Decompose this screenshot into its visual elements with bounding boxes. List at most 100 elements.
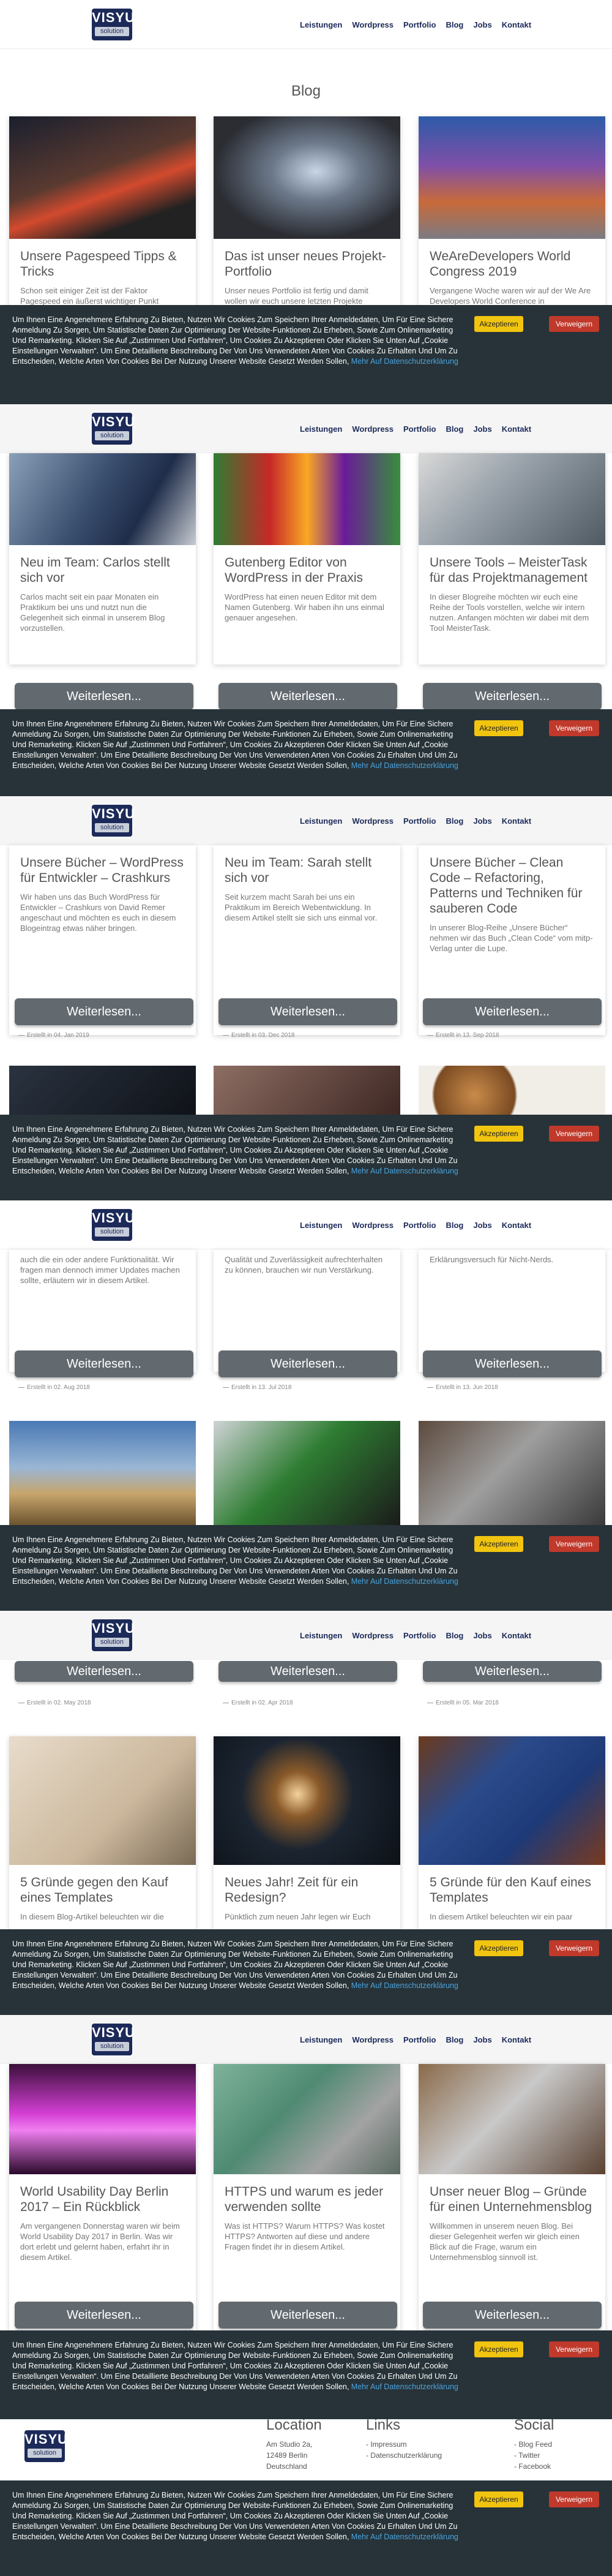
blog-card-title[interactable]: World Usability Day Berlin 2017 – Ein Rü… xyxy=(20,2184,185,2215)
read-more-button[interactable]: Weiterlesen... xyxy=(218,998,397,1025)
blog-card-title[interactable]: 5 Gründe für den Kauf eines Templates xyxy=(430,1875,594,1905)
nav-wordpress[interactable]: Wordpress xyxy=(352,816,394,826)
nav-wordpress[interactable]: Wordpress xyxy=(352,20,394,29)
read-more-button[interactable]: Weiterlesen... xyxy=(218,1350,397,1377)
privacy-link[interactable]: Mehr Auf Datenschutzerklärung xyxy=(351,1981,458,1990)
read-more-button[interactable]: Weiterlesen... xyxy=(423,1350,602,1377)
nav-wordpress[interactable]: Wordpress xyxy=(352,424,394,434)
blog-card[interactable]: Unser neuer Blog – Gründe für einen Unte… xyxy=(419,2064,605,2333)
accept-cookies-button[interactable]: Akzeptieren xyxy=(474,1126,523,1142)
footer-link-blog-feed[interactable]: - Blog Feed xyxy=(514,2439,552,2450)
read-more-button[interactable]: Weiterlesen... xyxy=(15,2302,193,2329)
read-more-button[interactable]: Weiterlesen... xyxy=(15,998,193,1025)
read-more-button[interactable]: Weiterlesen... xyxy=(15,683,193,710)
blog-card[interactable]: Unsere Pagespeed Tipps & Tricks Schon sei… xyxy=(9,116,196,318)
accept-cookies-button[interactable]: Akzeptieren xyxy=(474,1536,523,1552)
reject-cookies-button[interactable]: Verweigern xyxy=(549,316,599,332)
blog-card-title[interactable]: Das ist unser neues Projekt-Portfolio xyxy=(225,249,389,279)
nav-jobs[interactable]: Jobs xyxy=(473,2035,491,2044)
read-more-button[interactable]: Weiterlesen... xyxy=(15,1350,193,1377)
nav-portfolio[interactable]: Portfolio xyxy=(403,20,436,29)
reject-cookies-button[interactable]: Verweigern xyxy=(549,2341,599,2357)
blog-card[interactable]: Neu im Team: Carlos stellt sich vor Carlo… xyxy=(9,453,196,665)
nav-blog[interactable]: Blog xyxy=(446,20,463,29)
nav-leistungen[interactable]: Leistungen xyxy=(300,816,342,826)
blog-card[interactable]: 5 Gründe gegen den Kauf eines Templates I… xyxy=(9,1736,196,1932)
read-more-button[interactable]: Weiterlesen... xyxy=(15,1661,193,1682)
site-logo[interactable]: VISYU solution xyxy=(92,1209,135,1241)
nav-kontakt[interactable]: Kontakt xyxy=(502,424,531,434)
blog-card[interactable]: Neues Jahr! Zeit für ein Redesign? Pünktl… xyxy=(214,1736,400,1932)
blog-card[interactable]: World Usability Day Berlin 2017 – Ein Rü… xyxy=(9,2064,196,2333)
nav-portfolio[interactable]: Portfolio xyxy=(403,1631,436,1640)
blog-card-title[interactable]: Unsere Pagespeed Tipps & Tricks xyxy=(20,249,185,279)
footer-link-impressum[interactable]: - Impressum xyxy=(366,2439,442,2450)
footer-link-facebook[interactable]: - Facebook xyxy=(514,2461,552,2472)
nav-wordpress[interactable]: Wordpress xyxy=(352,2035,394,2044)
site-logo[interactable]: VISYU solution xyxy=(92,1619,135,1651)
nav-kontakt[interactable]: Kontakt xyxy=(502,816,531,826)
nav-blog[interactable]: Blog xyxy=(446,424,463,434)
nav-wordpress[interactable]: Wordpress xyxy=(352,1631,394,1640)
nav-kontakt[interactable]: Kontakt xyxy=(502,2035,531,2044)
nav-blog[interactable]: Blog xyxy=(446,816,463,826)
privacy-link[interactable]: Mehr Auf Datenschutzerklärung xyxy=(351,1167,458,1175)
blog-card[interactable]: Das ist unser neues Projekt-Portfolio Uns… xyxy=(214,116,400,318)
nav-blog[interactable]: Blog xyxy=(446,1221,463,1230)
nav-leistungen[interactable]: Leistungen xyxy=(300,424,342,434)
blog-card[interactable]: Gutenberg Editor von WordPress in der Pr… xyxy=(214,453,400,665)
nav-jobs[interactable]: Jobs xyxy=(473,1631,491,1640)
read-more-button[interactable]: Weiterlesen... xyxy=(218,2302,397,2329)
nav-portfolio[interactable]: Portfolio xyxy=(403,816,436,826)
blog-card[interactable]: WeAreDevelopers World Congress 2019 Verga… xyxy=(419,116,605,318)
read-more-button[interactable]: Weiterlesen... xyxy=(423,683,602,710)
site-logo[interactable]: VISYU solution xyxy=(92,413,135,445)
read-more-button[interactable]: Weiterlesen... xyxy=(423,998,602,1025)
reject-cookies-button[interactable]: Verweigern xyxy=(549,1126,599,1142)
footer-link-privacy[interactable]: - Datenschutzerklärung xyxy=(366,2450,442,2461)
privacy-link[interactable]: Mehr Auf Datenschutzerklärung xyxy=(351,2382,458,2391)
reject-cookies-button[interactable]: Verweigern xyxy=(549,1536,599,1552)
nav-leistungen[interactable]: Leistungen xyxy=(300,1631,342,1640)
nav-wordpress[interactable]: Wordpress xyxy=(352,1221,394,1230)
accept-cookies-button[interactable]: Akzeptieren xyxy=(474,2491,523,2507)
blog-card-title[interactable]: WeAreDevelopers World Congress 2019 xyxy=(430,249,594,279)
blog-card-title[interactable]: Gutenberg Editor von WordPress in der Pr… xyxy=(225,555,389,586)
nav-kontakt[interactable]: Kontakt xyxy=(502,1221,531,1230)
privacy-link[interactable]: Mehr Auf Datenschutzerklärung xyxy=(351,2533,458,2541)
privacy-link[interactable]: Mehr Auf Datenschutzerklärung xyxy=(351,357,458,366)
read-more-button[interactable]: Weiterlesen... xyxy=(218,1661,397,1682)
nav-leistungen[interactable]: Leistungen xyxy=(300,1221,342,1230)
blog-card-title[interactable]: Neu im Team: Carlos stellt sich vor xyxy=(20,555,185,586)
blog-card-title[interactable]: Neues Jahr! Zeit für ein Redesign? xyxy=(225,1875,389,1905)
accept-cookies-button[interactable]: Akzeptieren xyxy=(474,2341,523,2357)
footer-link-twitter[interactable]: - Twitter xyxy=(514,2450,552,2461)
blog-card[interactable]: 5 Gründe für den Kauf eines Templates In … xyxy=(419,1736,605,1932)
blog-card-title[interactable]: HTTPS und warum es jeder verwenden sollt… xyxy=(225,2184,389,2215)
read-more-button[interactable]: Weiterlesen... xyxy=(423,2302,602,2329)
site-logo[interactable]: VISYU solution xyxy=(92,9,135,40)
accept-cookies-button[interactable]: Akzeptieren xyxy=(474,316,523,332)
nav-jobs[interactable]: Jobs xyxy=(473,20,491,29)
reject-cookies-button[interactable]: Verweigern xyxy=(549,720,599,736)
privacy-link[interactable]: Mehr Auf Datenschutzerklärung xyxy=(351,1577,458,1586)
blog-card[interactable]: HTTPS und warum es jeder verwenden sollt… xyxy=(214,2064,400,2333)
blog-card-title[interactable]: Unser neuer Blog – Gründe für einen Unte… xyxy=(430,2184,594,2215)
nav-blog[interactable]: Blog xyxy=(446,1631,463,1640)
site-logo[interactable]: VISYU solution xyxy=(92,2024,135,2055)
reject-cookies-button[interactable]: Verweigern xyxy=(549,1940,599,1956)
site-logo[interactable]: VISYU solution xyxy=(92,805,135,837)
nav-leistungen[interactable]: Leistungen xyxy=(300,2035,342,2044)
nav-jobs[interactable]: Jobs xyxy=(473,816,491,826)
blog-card[interactable]: Unsere Tools – MeisterTask für das Proje… xyxy=(419,453,605,665)
nav-portfolio[interactable]: Portfolio xyxy=(403,1221,436,1230)
accept-cookies-button[interactable]: Akzeptieren xyxy=(474,720,523,736)
blog-card-title[interactable]: Unsere Bücher – WordPress für Entwickler… xyxy=(20,855,185,886)
nav-kontakt[interactable]: Kontakt xyxy=(502,1631,531,1640)
nav-portfolio[interactable]: Portfolio xyxy=(403,424,436,434)
privacy-link[interactable]: Mehr Auf Datenschutzerklärung xyxy=(351,761,458,770)
nav-jobs[interactable]: Jobs xyxy=(473,1221,491,1230)
blog-card-title[interactable]: Neu im Team: Sarah stellt sich vor xyxy=(225,855,389,886)
nav-blog[interactable]: Blog xyxy=(446,2035,463,2044)
nav-leistungen[interactable]: Leistungen xyxy=(300,20,342,29)
